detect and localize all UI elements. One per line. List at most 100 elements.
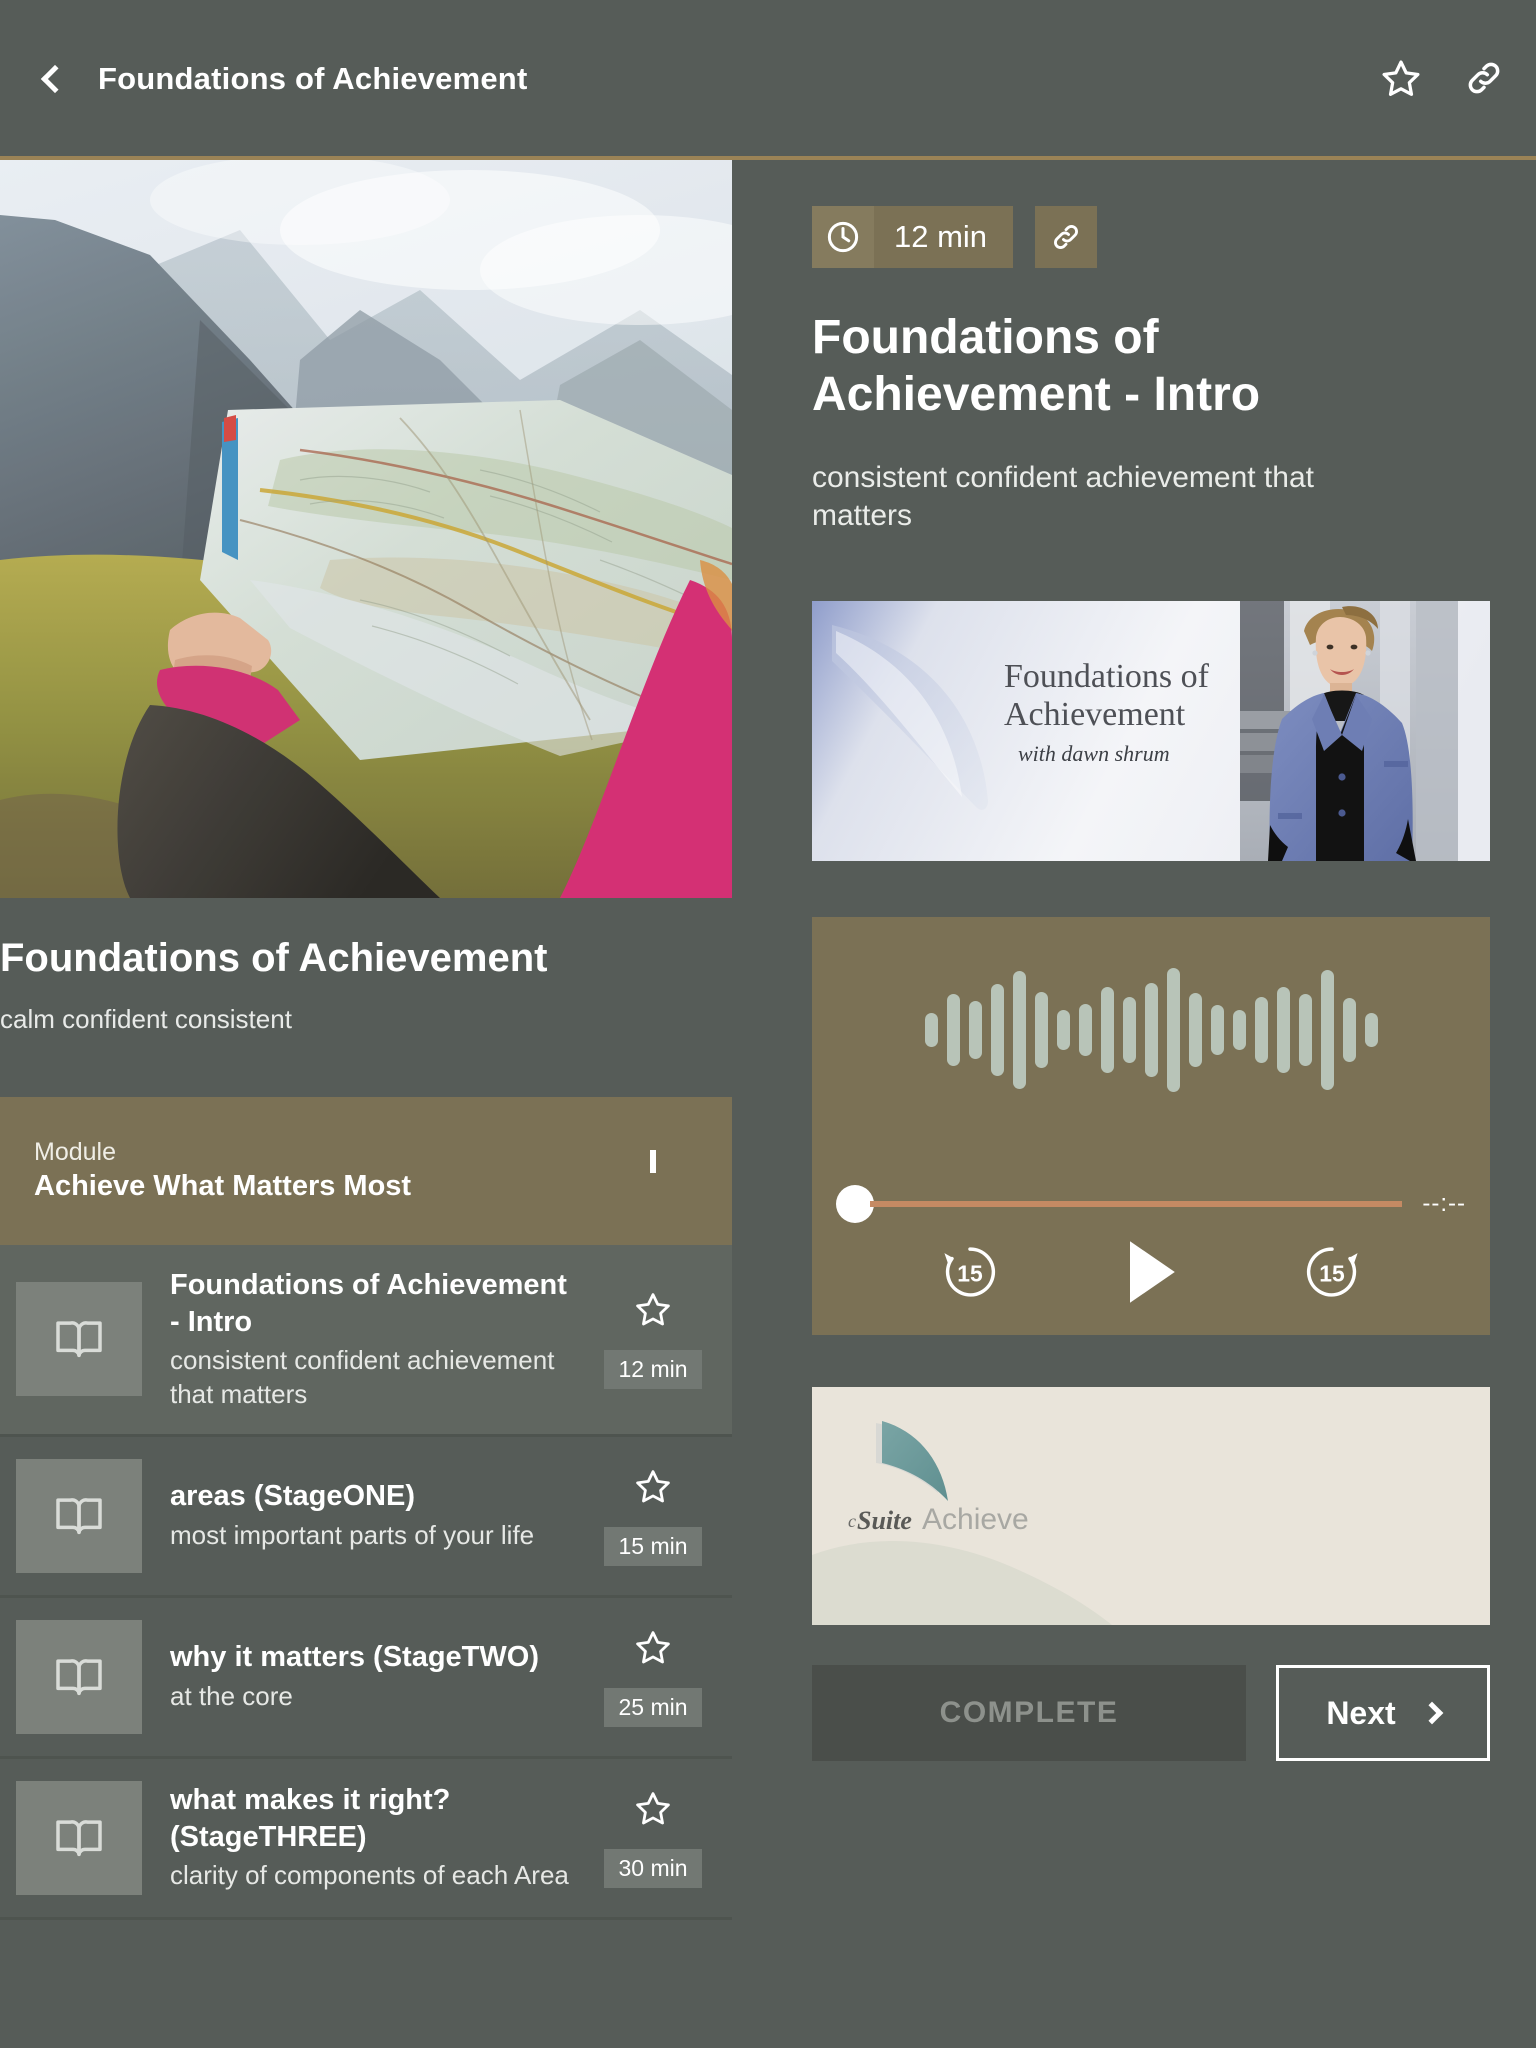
waveform-bar <box>1122 997 1136 1064</box>
star-outline-icon[interactable] <box>632 1466 674 1513</box>
time-display: --:-- <box>1422 1190 1466 1218</box>
chevron-up-icon[interactable] <box>650 1150 680 1186</box>
forward-15-icon[interactable]: 15 <box>1297 1237 1367 1307</box>
svg-text:Foundations of: Foundations of <box>1004 658 1210 695</box>
lesson-item-text: what makes it right? (StageTHREE) clarity… <box>142 1782 594 1893</box>
lesson-item-actions: 30 min <box>594 1788 712 1888</box>
app-header: Foundations of Achievement <box>0 0 1536 158</box>
duration-text: 12 min <box>894 219 988 254</box>
waveform-bar <box>990 984 1004 1077</box>
lesson-item-text: areas (StageONE) most important parts of … <box>142 1478 594 1552</box>
duration-badge: 12 min <box>812 206 1014 268</box>
waveform-bar <box>1320 970 1334 1091</box>
audio-player: --:-- 15 15 <box>812 917 1490 1336</box>
book-open-icon <box>16 1458 142 1573</box>
link-icon <box>1054 225 1079 249</box>
book-open-icon <box>16 1780 142 1895</box>
lesson-meta-row: 12 min <box>812 160 1536 268</box>
lesson-item-title: what makes it right? (StageTHREE) <box>170 1784 451 1853</box>
lesson-list-item[interactable]: Foundations of Achievement - Intro consis… <box>0 1245 732 1437</box>
waveform-bar <box>1144 983 1158 1078</box>
waveform-bar <box>1210 1005 1224 1056</box>
waveform-bar <box>1342 998 1356 1063</box>
chevron-right-icon <box>1420 1702 1443 1725</box>
lesson-duration-badge: 25 min <box>604 1687 702 1727</box>
waveform-bar <box>1012 971 1026 1090</box>
share-link-button[interactable] <box>1035 206 1098 268</box>
lesson-item-actions: 15 min <box>594 1466 712 1566</box>
lesson-item-text: why it matters (StageTWO) at the core <box>142 1639 594 1713</box>
star-outline-icon[interactable] <box>632 1788 674 1835</box>
back-button[interactable] <box>20 44 90 114</box>
brand-panel[interactable]: c Suite Achieve <box>812 1387 1490 1626</box>
course-subtitle: calm confident consistent <box>0 1004 292 1034</box>
lesson-detail-panel: 12 min Foundations of Achievement - Intr… <box>812 160 1536 1762</box>
lesson-list-item[interactable]: why it matters (StageTWO) at the core 25 m… <box>0 1598 732 1759</box>
lesson-slide-image[interactable]: Foundations of Achievement with dawn shr… <box>812 601 1490 862</box>
waveform-bar <box>1232 1010 1246 1051</box>
book-open-icon <box>16 1619 142 1734</box>
lesson-footer-actions: COMPLETE Next <box>812 1665 1490 1762</box>
next-button[interactable]: Next <box>1276 1665 1490 1762</box>
lesson-detail-subtitle: consistent confident achievement that ma… <box>812 461 1314 533</box>
waveform-bar <box>1166 968 1180 1093</box>
lesson-item-text: Foundations of Achievement - Intro consis… <box>142 1267 594 1412</box>
lesson-item-actions: 12 min <box>594 1289 712 1390</box>
waveform-bar <box>1188 993 1202 1068</box>
svg-text:Achievement: Achievement <box>1004 696 1186 733</box>
link-icon[interactable] <box>1462 56 1508 102</box>
lesson-item-title: Foundations of Achievement - Intro <box>170 1269 567 1338</box>
svg-text:Suite: Suite <box>857 1506 912 1535</box>
lesson-list-item[interactable]: areas (StageONE) most important parts of … <box>0 1437 732 1598</box>
seek-handle[interactable] <box>836 1185 874 1224</box>
waveform-bar <box>1254 997 1268 1064</box>
lesson-item-title: why it matters (StageTWO) <box>170 1641 539 1674</box>
lesson-item-actions: 25 min <box>594 1627 712 1727</box>
waveform-bar <box>1364 1013 1378 1048</box>
lesson-item-desc: consistent confident achievement that ma… <box>170 1345 555 1409</box>
page-title: Foundations of Achievement <box>98 61 528 96</box>
module-header[interactable]: Module Achieve What Matters Most <box>0 1097 732 1245</box>
waveform-bar <box>1276 987 1290 1074</box>
svg-text:Achieve: Achieve <box>922 1503 1029 1536</box>
waveform-bar <box>1298 994 1312 1067</box>
clock-icon <box>812 206 874 268</box>
lesson-item-desc: at the core <box>170 1681 293 1712</box>
waveform-bar <box>1100 987 1114 1074</box>
svg-text:15: 15 <box>957 1261 983 1287</box>
lesson-list: Foundations of Achievement - Intro consis… <box>0 1245 732 1920</box>
lesson-item-desc: most important parts of your life <box>170 1520 535 1551</box>
lesson-list-item[interactable]: what makes it right? (StageTHREE) clarity… <box>0 1759 732 1920</box>
lesson-duration-badge: 12 min <box>604 1350 702 1390</box>
header-actions <box>1378 0 1508 158</box>
star-outline-icon[interactable] <box>632 1289 674 1336</box>
seek-track[interactable] <box>870 1201 1403 1208</box>
lesson-item-desc: clarity of components of each Area <box>170 1860 569 1891</box>
lesson-item-title: areas (StageONE) <box>170 1480 415 1513</box>
play-icon[interactable] <box>1123 1237 1179 1307</box>
module-name: Achieve What Matters Most <box>34 1169 412 1202</box>
waveform-bar <box>1078 1004 1092 1057</box>
star-outline-icon[interactable] <box>1378 56 1424 102</box>
svg-text:c: c <box>848 1511 856 1531</box>
rewind-15-icon[interactable]: 15 <box>935 1237 1005 1307</box>
star-outline-icon[interactable] <box>632 1627 674 1674</box>
waveform-bar <box>1056 1010 1070 1051</box>
lesson-detail-title: Foundations of Achievement - Intro <box>812 311 1261 421</box>
next-button-label: Next <box>1326 1694 1396 1731</box>
course-sidebar: Foundations of Achievement calm confiden… <box>0 160 732 1920</box>
module-kicker: Module <box>34 1137 116 1166</box>
complete-button[interactable]: COMPLETE <box>812 1665 1246 1762</box>
lesson-duration-badge: 15 min <box>604 1526 702 1566</box>
course-hero-image <box>0 160 732 898</box>
svg-text:15: 15 <box>1319 1261 1345 1287</box>
seek-row: --:-- <box>812 1185 1490 1224</box>
svg-text:with dawn shrum: with dawn shrum <box>1018 741 1170 766</box>
course-title: Foundations of Achievement <box>0 936 548 980</box>
playback-controls: 15 15 <box>812 1237 1490 1307</box>
waveform-bar <box>924 1013 938 1048</box>
audio-waveform <box>812 965 1490 1095</box>
chevron-left-icon <box>40 64 70 94</box>
lesson-duration-badge: 30 min <box>604 1848 702 1888</box>
waveform-bar <box>946 994 960 1067</box>
